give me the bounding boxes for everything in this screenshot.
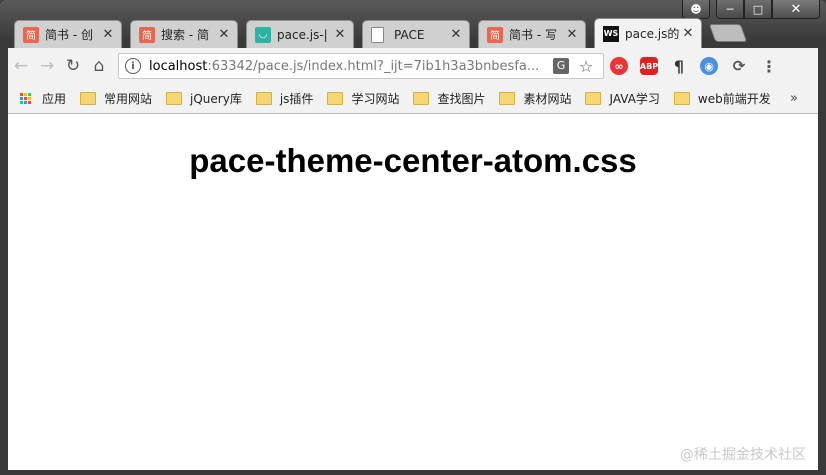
tab-title: 搜索 - 简 [161,28,209,42]
close-icon: ✕ [790,1,802,17]
maximize-icon: □ [752,2,764,16]
browser-window: ☻ ─ □ ✕ 简 简书 - 创 ✕ 简 搜索 - 简 ✕ ◡ pace.js-… [0,0,826,475]
tab-title: PACE [394,27,425,42]
tab[interactable]: 简 搜索 - 简 ✕ [130,20,238,48]
jianshu-icon: 简 [139,26,155,43]
folder-icon [499,92,516,105]
tab[interactable]: 简 简书 - 创 ✕ [14,20,122,48]
maximize-button[interactable]: □ [744,0,772,19]
bookmark-folder[interactable]: JAVA学习 [585,90,660,107]
apps-grid-icon [20,92,32,105]
bookmark-label: web前端开发 [697,92,771,106]
globe-icon: ◉ [700,57,718,75]
folder-icon [413,92,430,105]
watermark: @稀土掘金技术社区 [680,447,806,463]
bookmark-label: 常用网站 [104,92,153,106]
tab[interactable]: PACE ✕ [362,20,470,48]
page-content: pace-theme-center-atom.css @稀土掘金技术社区 [8,114,818,470]
infinity-icon: ∞ [610,57,628,75]
tab-close-icon[interactable]: ✕ [333,27,347,42]
star-icon[interactable]: ☆ [575,57,597,76]
forward-icon[interactable]: → [34,56,60,76]
bookmark-label: 学习网站 [351,92,400,106]
tab-close-icon[interactable]: ✕ [449,27,463,42]
tab-title: pace.js-| [277,27,328,42]
sync-icon: ⟳ [732,57,746,75]
tab-title: pace.js的 [625,27,680,41]
bookmark-label: JAVA学习 [609,92,660,106]
reload-icon[interactable]: ↻ [60,56,86,76]
folder-icon [327,92,344,105]
bookmarks-bar: 应用 常用网站 jQuery库 js插件 学习网站 查找图片 素材网站 JAVA… [8,84,818,114]
toolbar: ← → ↻ ⌂ i localhost :63342/pace.js/index… [8,48,818,84]
jianshu-icon: 简 [487,26,503,43]
bookmark-folder[interactable]: 素材网站 [499,90,571,107]
extension-globe[interactable]: ◉ [694,57,724,75]
jianshu-icon: 简 [23,26,39,43]
tab-title: 简书 - 写 [509,28,557,42]
back-icon[interactable]: ← [8,56,34,76]
user-profile-button[interactable]: ☻ [682,0,710,19]
page-heading: pace-theme-center-atom.css [189,142,637,179]
close-window-button[interactable]: ✕ [772,0,820,19]
adblock-icon: ABP [640,57,658,75]
bookmark-folder[interactable]: js插件 [255,90,314,107]
minimize-icon: ─ [726,2,734,16]
user-icon: ☻ [690,2,702,16]
page-icon [371,26,384,43]
home-icon[interactable]: ⌂ [86,56,112,76]
tab-close-icon[interactable]: ✕ [101,27,115,42]
tab-active[interactable]: WS pace.js的 ✕ [594,18,702,48]
tab-close-icon[interactable]: ✕ [681,26,695,41]
menu-button[interactable]: ⋮ [754,56,784,76]
bookmark-label: jQuery库 [190,92,242,106]
folder-icon [80,92,97,105]
tab[interactable]: 简 简书 - 写 ✕ [478,20,586,48]
tab[interactable]: ◡ pace.js-| ✕ [246,20,354,48]
tab-close-icon[interactable]: ✕ [565,27,579,42]
bookmark-label: js插件 [279,92,314,106]
url-path: :63342/pace.js/index.html?_ijt=7ib1h3a3b… [207,58,540,74]
extension-sync[interactable]: ⟳ [724,57,754,75]
extension-infinity[interactable]: ∞ [604,57,634,75]
folder-icon [255,92,272,105]
bookmark-folder[interactable]: web前端开发 [673,90,771,107]
bookmark-folder[interactable]: jQuery库 [166,90,242,107]
extension-adblock[interactable]: ABP [634,57,664,75]
window-caption-buttons: ☻ ─ □ ✕ [682,0,820,20]
pace-icon: ◡ [255,26,271,43]
address-bar[interactable]: i localhost :63342/pace.js/index.html?_i… [118,53,604,79]
url-host: localhost [149,58,208,74]
pilcrow-icon: ¶ [673,56,685,76]
extension-pilcrow[interactable]: ¶ [664,56,694,76]
minimize-button[interactable]: ─ [716,0,744,19]
bookmark-folder[interactable]: 查找图片 [413,90,485,107]
tab-title: 简书 - 创 [45,28,93,42]
tab-close-icon[interactable]: ✕ [217,27,231,42]
bookmark-folder[interactable]: 常用网站 [80,90,152,107]
folder-icon [673,92,690,105]
apps-button[interactable]: 应用 [8,90,66,107]
bookmark-label: 查找图片 [437,92,486,106]
translate-icon[interactable]: G [553,58,569,74]
more-vert-icon: ⋮ [761,56,777,76]
apps-label: 应用 [42,92,67,106]
folder-icon [585,92,602,105]
tab-strip: 简 简书 - 创 ✕ 简 搜索 - 简 ✕ ◡ pace.js-| ✕ PACE… [14,18,748,48]
bookmark-folder[interactable]: 学习网站 [327,90,399,107]
webstorm-icon: WS [603,25,619,42]
info-icon[interactable]: i [125,58,141,74]
bookmarks-overflow-button[interactable]: » [790,91,798,106]
folder-icon [166,92,183,105]
new-tab-button[interactable] [708,24,748,42]
bookmark-label: 素材网站 [523,92,572,106]
